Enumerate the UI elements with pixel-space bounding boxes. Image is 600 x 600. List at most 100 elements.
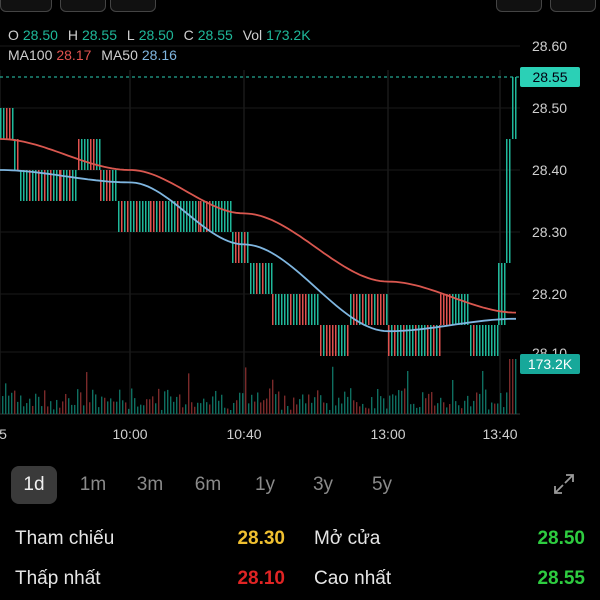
price-bar	[271, 263, 273, 294]
expand-icon[interactable]	[552, 472, 576, 496]
tab-3y[interactable]: 3y	[300, 466, 346, 504]
volume-bar	[284, 395, 286, 414]
high-label: H	[67, 27, 78, 43]
volume-bar	[146, 399, 148, 414]
volume-bar	[395, 395, 397, 414]
volume-bar	[470, 406, 472, 414]
tab-6m[interactable]: 6m	[185, 466, 231, 504]
price-bar	[509, 139, 511, 263]
open-price-value: 28.50	[537, 528, 585, 549]
volume-bar	[308, 394, 310, 414]
last-volume-tag: 173.2K	[520, 354, 580, 374]
price-bar	[221, 201, 223, 232]
tab-3m[interactable]: 3m	[127, 466, 173, 504]
volume-bar	[320, 395, 322, 414]
volume-bar	[338, 397, 340, 414]
price-bar	[326, 325, 328, 356]
volume-bar	[491, 402, 493, 414]
volume-bar	[314, 397, 316, 414]
price-chart[interactable]	[0, 0, 600, 460]
price-bar	[344, 325, 346, 356]
price-bar	[159, 201, 161, 232]
volume-bar	[374, 408, 376, 414]
high-price-value: 28.55	[537, 568, 585, 589]
volume-bar	[236, 400, 238, 414]
low-value: 28.50	[138, 27, 174, 43]
volume-bar	[482, 370, 484, 414]
volume-bar	[86, 372, 88, 414]
volume-bar	[464, 400, 466, 414]
volume-bar	[14, 390, 16, 414]
price-bar	[244, 232, 246, 263]
volume-bar	[296, 404, 298, 414]
price-bar	[353, 294, 355, 325]
volume-bar	[515, 359, 517, 414]
high-value: 28.55	[81, 27, 117, 43]
price-bar	[112, 170, 114, 201]
tab-1y[interactable]: 1y	[242, 466, 288, 504]
volume-bar	[50, 401, 52, 414]
price-bar	[299, 294, 301, 325]
volume-bar	[149, 399, 151, 414]
tab-1m[interactable]: 1m	[70, 466, 116, 504]
tab-5y[interactable]: 5y	[359, 466, 405, 504]
price-bar	[436, 325, 438, 356]
price-bar	[84, 139, 86, 170]
volume-bar	[392, 394, 394, 414]
price-bar	[247, 232, 249, 263]
volume-bar	[77, 389, 79, 414]
price-bar	[287, 294, 289, 325]
volume-bar	[116, 401, 118, 414]
price-bar	[192, 201, 194, 232]
price-bar	[302, 294, 304, 325]
volume-bar	[398, 390, 400, 414]
volume-bar	[431, 392, 433, 414]
price-bar	[6, 108, 8, 139]
price-bar	[130, 201, 132, 232]
volume-bar	[161, 409, 163, 414]
price-bar	[335, 325, 337, 356]
volume-bar	[245, 367, 247, 414]
volume-bar	[131, 388, 133, 414]
volume-bar	[446, 407, 448, 414]
price-bar	[100, 170, 102, 201]
volume-bar	[101, 396, 103, 414]
price-bar	[232, 232, 234, 263]
y-tick-label: 28.20	[532, 286, 568, 302]
price-bar	[165, 201, 167, 232]
tab-1d[interactable]: 1d	[11, 466, 57, 504]
price-bar	[470, 325, 472, 356]
price-bar	[142, 201, 144, 232]
volume-bar	[5, 383, 7, 414]
volume-bar	[287, 405, 289, 414]
volume-bar	[233, 402, 235, 414]
volume-bar	[128, 408, 130, 414]
volume-bar	[92, 389, 94, 414]
volume-bar	[104, 397, 106, 414]
volume-bar	[278, 391, 280, 414]
volume-bar	[74, 404, 76, 414]
volume-bar	[512, 359, 514, 414]
volume-bar	[350, 388, 352, 414]
volume-bar	[260, 402, 262, 414]
price-bar	[350, 294, 352, 325]
price-bar	[320, 325, 322, 356]
volume-bar	[185, 404, 187, 414]
price-bar	[488, 325, 490, 356]
ma100-line	[0, 138, 517, 314]
volume-bar	[134, 398, 136, 414]
price-bar	[506, 139, 508, 263]
price-bar	[383, 294, 385, 325]
ma-readout: MA100 28.17 MA50 28.16	[8, 47, 183, 63]
volume-bar	[203, 398, 205, 414]
volume-bar	[125, 402, 127, 414]
volume-bar	[242, 393, 244, 414]
price-bar	[259, 263, 261, 294]
price-bar	[430, 325, 432, 356]
volume-bar	[56, 399, 58, 414]
volume-bar	[500, 393, 502, 414]
volume-bar	[494, 403, 496, 414]
price-bar	[238, 232, 240, 263]
y-tick-label: 28.50	[532, 100, 568, 116]
volume-bar	[344, 391, 346, 414]
